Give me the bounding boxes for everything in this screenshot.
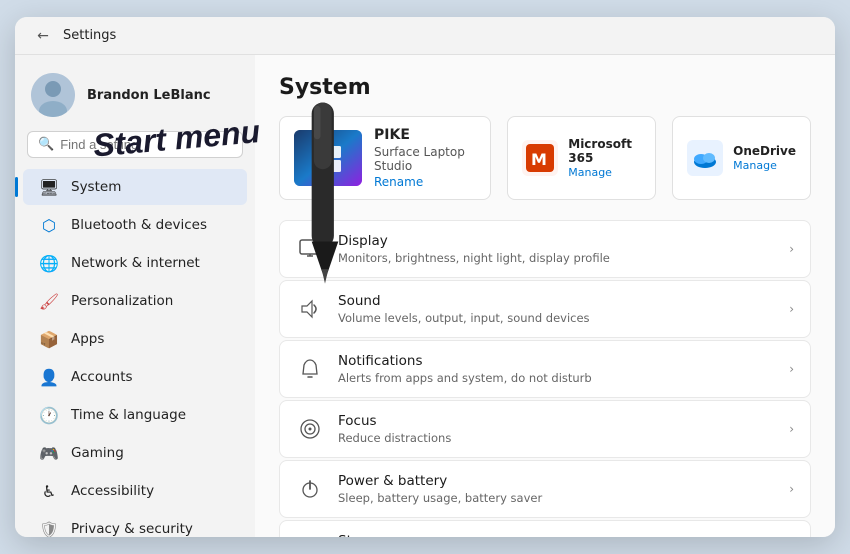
sidebar-item-label: Gaming (71, 445, 124, 461)
svg-text:M: M (531, 150, 547, 169)
display-desc: Monitors, brightness, night light, displ… (338, 251, 610, 265)
search-input[interactable] (60, 137, 236, 152)
user-profile: Brandon LeBlanc (15, 63, 255, 131)
settings-item-storage[interactable]: Storage Storage space, drives, configura… (279, 520, 811, 537)
device-rename-link[interactable]: Rename (374, 175, 476, 189)
bluetooth-icon: ⬡ (39, 215, 59, 235)
search-icon: 🔍 (38, 137, 54, 152)
sound-text: Sound Volume levels, output, input, soun… (338, 293, 590, 325)
focus-name: Focus (338, 413, 451, 429)
user-name: Brandon LeBlanc (87, 88, 211, 103)
notifications-text: Notifications Alerts from apps and syste… (338, 353, 592, 385)
m365-info: Microsoft 365 Manage (568, 137, 641, 179)
sidebar-item-label: Time & language (71, 407, 186, 423)
onedrive-sublabel[interactable]: Manage (733, 159, 796, 172)
back-button[interactable]: ← (31, 24, 55, 48)
notifications-name: Notifications (338, 353, 592, 369)
settings-item-power[interactable]: Power & battery Sleep, battery usage, ba… (279, 460, 811, 518)
power-icon (296, 475, 324, 503)
notifications-desc: Alerts from apps and system, do not dist… (338, 371, 592, 385)
settings-item-focus[interactable]: Focus Reduce distractions › (279, 400, 811, 458)
settings-item-sound[interactable]: Sound Volume levels, output, input, soun… (279, 280, 811, 338)
device-row: PIKE Surface Laptop Studio Rename M (279, 116, 811, 200)
sidebar-item-label: Apps (71, 331, 104, 347)
sidebar-item-system[interactable]: 🖥 System (23, 169, 247, 205)
page-title: System (279, 75, 811, 100)
accessibility-icon: ♿ (39, 481, 59, 501)
search-box[interactable]: 🔍 (27, 131, 243, 158)
sidebar-item-personalization[interactable]: 🖌 Personalization (23, 283, 247, 319)
sound-desc: Volume levels, output, input, sound devi… (338, 311, 590, 325)
storage-text: Storage Storage space, drives, configura… (338, 533, 578, 537)
display-text: Display Monitors, brightness, night ligh… (338, 233, 610, 265)
focus-text: Focus Reduce distractions (338, 413, 451, 445)
device-card: PIKE Surface Laptop Studio Rename (279, 116, 491, 200)
focus-desc: Reduce distractions (338, 431, 451, 445)
sidebar-item-accessibility[interactable]: ♿ Accessibility (23, 473, 247, 509)
sidebar-item-label: Accounts (71, 369, 133, 385)
sidebar-item-label: Bluetooth & devices (71, 217, 207, 233)
gaming-icon: 🎮 (39, 443, 59, 463)
system-icon: 🖥 (39, 177, 59, 197)
device-name: PIKE (374, 127, 476, 143)
device-info: PIKE Surface Laptop Studio Rename (374, 127, 476, 189)
personalization-icon: 🖌 (39, 291, 59, 311)
notifications-chevron: › (789, 362, 794, 376)
power-name: Power & battery (338, 473, 542, 489)
power-chevron: › (789, 482, 794, 496)
sidebar-item-label: System (71, 179, 121, 195)
titlebar-title: Settings (63, 28, 116, 43)
onedrive-label: OneDrive (733, 144, 796, 158)
power-text: Power & battery Sleep, battery usage, ba… (338, 473, 542, 505)
notifications-icon (296, 355, 324, 383)
sidebar-item-apps[interactable]: 📦 Apps (23, 321, 247, 357)
main-content: System (255, 55, 835, 537)
sidebar-item-accounts[interactable]: 👤 Accounts (23, 359, 247, 395)
display-icon (296, 235, 324, 263)
sound-chevron: › (789, 302, 794, 316)
network-icon: 🌐 (39, 253, 59, 273)
sound-name: Sound (338, 293, 590, 309)
device-thumbnail (294, 130, 362, 186)
settings-item-display[interactable]: Display Monitors, brightness, night ligh… (279, 220, 811, 278)
onedrive-info: OneDrive Manage (733, 144, 796, 172)
power-desc: Sleep, battery usage, battery saver (338, 491, 542, 505)
settings-list: Display Monitors, brightness, night ligh… (279, 220, 811, 537)
settings-window: ← Settings Brandon LeBlanc 🔍 (15, 17, 835, 537)
app-card-m365: M Microsoft 365 Manage (507, 116, 656, 200)
sidebar-item-privacy[interactable]: 🛡 Privacy & security (23, 511, 247, 537)
sidebar: Brandon LeBlanc 🔍 🖥 System ⬡ Bluetooth &… (15, 55, 255, 537)
titlebar: ← Settings (15, 17, 835, 55)
apps-icon: 📦 (39, 329, 59, 349)
m365-icon: M (522, 140, 558, 176)
display-chevron: › (789, 242, 794, 256)
app-card-onedrive: OneDrive Manage (672, 116, 811, 200)
sidebar-item-label: Personalization (71, 293, 173, 309)
settings-item-notifications[interactable]: Notifications Alerts from apps and syste… (279, 340, 811, 398)
display-name: Display (338, 233, 610, 249)
focus-icon (296, 415, 324, 443)
privacy-icon: 🛡 (39, 519, 59, 537)
sidebar-item-network[interactable]: 🌐 Network & internet (23, 245, 247, 281)
m365-label: Microsoft 365 (568, 137, 641, 165)
accounts-icon: 👤 (39, 367, 59, 387)
onedrive-icon (687, 140, 723, 176)
sidebar-item-gaming[interactable]: 🎮 Gaming (23, 435, 247, 471)
sidebar-item-label: Accessibility (71, 483, 154, 499)
m365-sublabel[interactable]: Manage (568, 166, 641, 179)
sidebar-item-label: Network & internet (71, 255, 200, 271)
focus-chevron: › (789, 422, 794, 436)
sound-icon (296, 295, 324, 323)
sidebar-item-time[interactable]: 🕐 Time & language (23, 397, 247, 433)
storage-icon (296, 535, 324, 537)
avatar (31, 73, 75, 117)
sidebar-item-label: Privacy & security (71, 521, 193, 537)
device-model: Surface Laptop Studio (374, 145, 476, 173)
time-icon: 🕐 (39, 405, 59, 425)
storage-name: Storage (338, 533, 578, 537)
sidebar-item-bluetooth[interactable]: ⬡ Bluetooth & devices (23, 207, 247, 243)
